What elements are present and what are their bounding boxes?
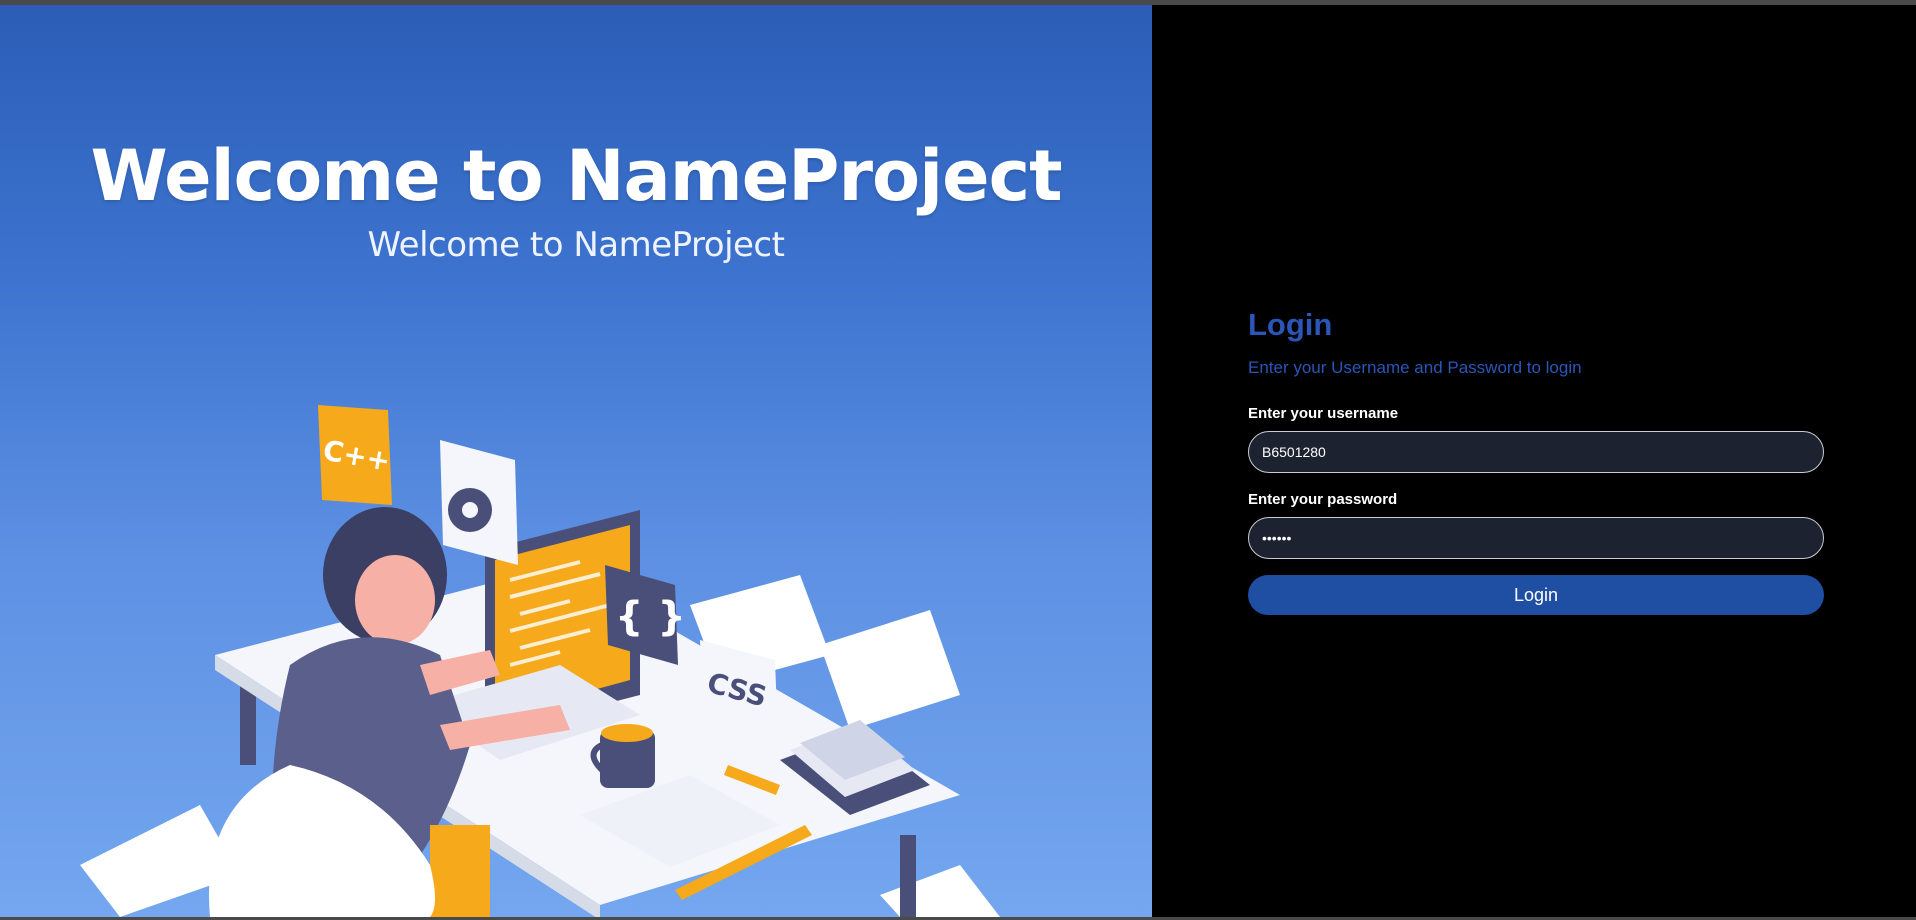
- password-input[interactable]: [1248, 517, 1824, 559]
- hero-title: Welcome to NameProject: [90, 135, 1062, 217]
- chair: [430, 825, 490, 917]
- login-heading: Login: [1248, 307, 1333, 342]
- login-subheading: Enter your Username and Password to logi…: [1248, 358, 1582, 377]
- login-form: Login Enter your Username and Password t…: [1248, 305, 1824, 615]
- floating-paper: [820, 610, 960, 730]
- hero-panel: C++ { } CSS Welcome to NameProject Welco…: [0, 5, 1152, 917]
- login-button[interactable]: Login: [1248, 575, 1824, 615]
- password-label: Enter your password: [1248, 491, 1398, 508]
- desk-leg: [900, 835, 916, 917]
- hero-subtitle: Welcome to NameProject: [367, 225, 785, 265]
- desk-leg: [240, 685, 256, 765]
- login-panel: Login Enter your Username and Password t…: [1152, 5, 1916, 917]
- person-face: [355, 555, 435, 645]
- username-label: Enter your username: [1248, 405, 1399, 422]
- username-input[interactable]: [1248, 431, 1824, 473]
- braces-icon: { }: [615, 594, 686, 640]
- floating-paper: [880, 865, 1000, 917]
